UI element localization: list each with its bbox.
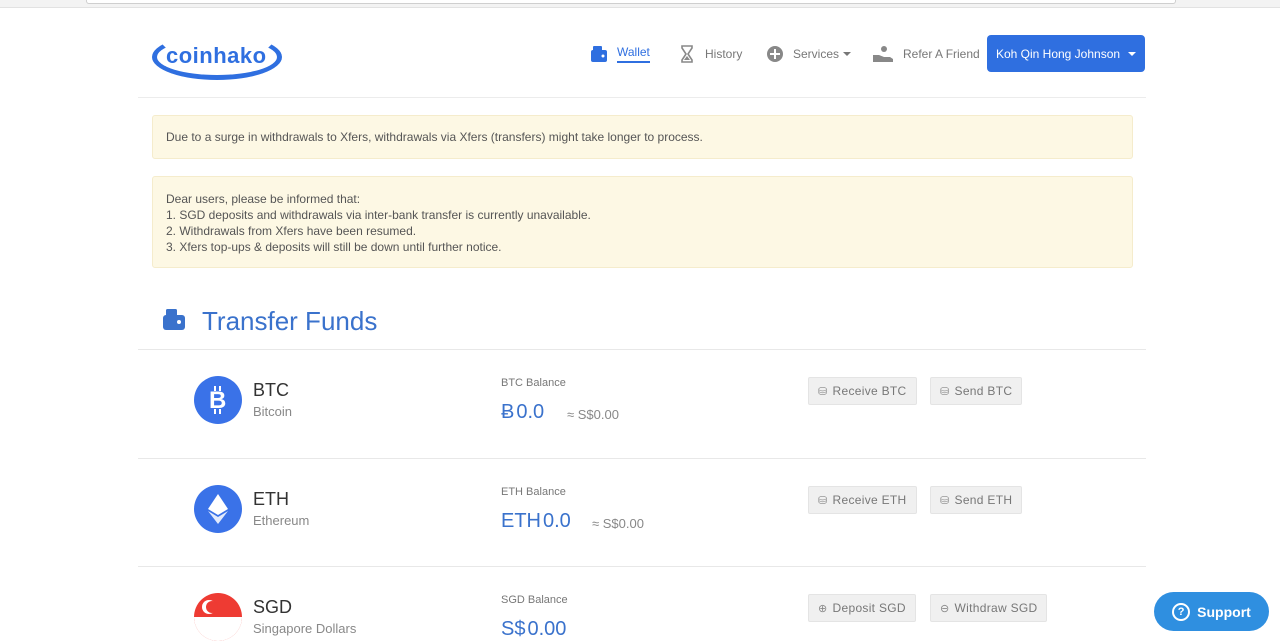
send-eth-button[interactable]: ⛁ Send ETH <box>930 486 1023 514</box>
nav-refer-label: Refer A Friend <box>903 47 980 61</box>
asset-name: Bitcoin <box>253 404 293 419</box>
balance-unit: Ƀ <box>501 401 515 423</box>
deposit-sgd-button[interactable]: ⊕ Deposit SGD <box>808 594 916 622</box>
surge-alert: Due to a surge in withdrawals to Xfers, … <box>152 115 1133 159</box>
section-header: Transfer Funds <box>162 306 377 337</box>
nav-wallet[interactable]: Wallet <box>590 36 650 72</box>
nav-refer-friend[interactable]: Refer A Friend <box>872 36 980 72</box>
notice-line: Dear users, please be informed that: <box>166 192 361 206</box>
logo-text: coinhako <box>166 43 267 68</box>
coin-stack-icon: ⛁ <box>818 494 828 507</box>
balance-value: ETH 0.0 <box>501 510 571 533</box>
notice-line: 1. SGD deposits and withdrawals via inte… <box>166 208 591 222</box>
asset-row-sgd: SGD Singapore Dollars SGD Balance S$ 0.00… <box>138 566 1146 641</box>
svg-text:B: B <box>209 387 226 414</box>
balance-fiat: ≈ S$0.00 <box>592 516 644 531</box>
button-label: Receive BTC <box>832 384 907 398</box>
support-button[interactable]: ? Support <box>1154 592 1269 631</box>
ethereum-icon <box>194 485 242 533</box>
asset-symbol: ETH <box>253 489 289 509</box>
surge-alert-text: Due to a surge in withdrawals to Xfers, … <box>166 130 703 144</box>
support-label: Support <box>1197 603 1251 620</box>
user-menu-button[interactable]: Koh Qin Hong Johnson <box>987 35 1145 72</box>
balance-label: SGD Balance <box>501 594 568 606</box>
asset-name: Ethereum <box>253 513 310 528</box>
balance-value: Ƀ 0.0 <box>501 401 544 424</box>
button-label: Deposit SGD <box>832 601 906 615</box>
balance-fiat: ≈ S$0.00 <box>567 407 619 422</box>
asset-symbol: BTC <box>253 380 289 400</box>
withdraw-sgd-button[interactable]: ⊖ Withdraw SGD <box>930 594 1048 622</box>
balance-amount: 0.0 <box>543 510 571 532</box>
notice-alert: Dear users, please be informed that: 1. … <box>152 176 1133 268</box>
chevron-down-icon <box>1128 51 1137 56</box>
balance-unit: ETH <box>501 510 541 532</box>
nav-wallet-label: Wallet <box>617 45 650 63</box>
asset-row-eth: ETH Ethereum ETH Balance ETH 0.0 ≈ S$0.00… <box>138 458 1146 566</box>
hourglass-icon <box>678 45 696 63</box>
singapore-flag-icon <box>194 593 242 641</box>
asset-name: Singapore Dollars <box>253 621 357 636</box>
nav-services-label: Services <box>793 47 840 61</box>
notice-line: 3. Xfers top-ups & deposits will still b… <box>166 240 502 254</box>
button-label: Withdraw SGD <box>954 601 1038 615</box>
coin-stack-icon: ⛁ <box>818 385 828 398</box>
plus-circle-icon <box>766 45 784 63</box>
chevron-down-icon <box>843 52 852 56</box>
withdraw-icon: ⊖ <box>940 602 950 615</box>
refer-hand-icon <box>872 45 894 63</box>
bitcoin-icon: B <box>194 376 242 424</box>
nav-history-label: History <box>705 47 743 61</box>
help-icon: ? <box>1172 602 1191 621</box>
receive-btc-button[interactable]: ⛁ Receive BTC <box>808 377 917 405</box>
button-label: Receive ETH <box>832 493 907 507</box>
wallet-icon <box>590 45 608 63</box>
send-btc-button[interactable]: ⛁ Send BTC <box>930 377 1023 405</box>
button-label: Send BTC <box>954 384 1013 398</box>
user-name: Koh Qin Hong Johnson <box>995 46 1121 61</box>
wallet-icon <box>162 307 186 336</box>
address-bar[interactable] <box>86 0 1176 4</box>
balance-value: S$ 0.00 <box>501 618 566 641</box>
balance-label: BTC Balance <box>501 377 566 389</box>
page-title: Transfer Funds <box>202 306 378 336</box>
nav-services[interactable]: Services <box>766 36 852 72</box>
balance-label: ETH Balance <box>501 486 566 498</box>
coinhako-logo[interactable]: coinhako <box>152 34 282 80</box>
button-label: Send ETH <box>954 493 1013 507</box>
coin-stack-icon: ⛁ <box>940 385 950 398</box>
deposit-icon: ⊕ <box>818 602 828 615</box>
balance-amount: 0.0 <box>516 401 545 423</box>
asset-symbol: SGD <box>253 597 293 617</box>
coin-stack-icon: ⛁ <box>940 494 950 507</box>
receive-eth-button[interactable]: ⛁ Receive ETH <box>808 486 917 514</box>
browser-top-bar <box>0 0 1280 8</box>
notice-line: 2. Withdrawals from Xfers have been resu… <box>166 224 417 238</box>
asset-row-btc: B BTC Bitcoin BTC Balance Ƀ 0.0 ≈ S$0.00 … <box>138 349 1146 458</box>
nav-history[interactable]: History <box>678 36 742 72</box>
site-header: coinhako Wallet History Services Refer A… <box>138 30 1146 98</box>
